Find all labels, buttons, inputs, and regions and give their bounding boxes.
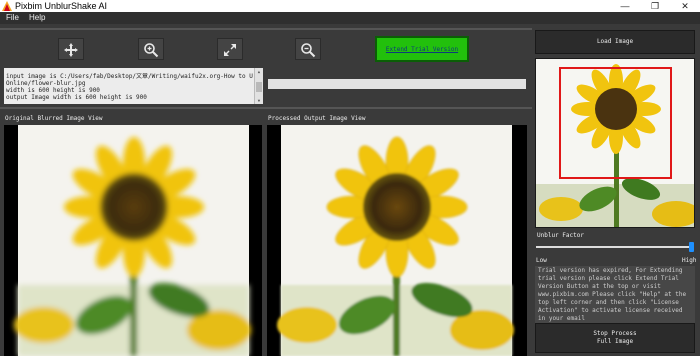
full-image-label: Full Image bbox=[596, 338, 634, 345]
unblur-factor-slider[interactable] bbox=[536, 246, 694, 248]
title-bar: Pixbim UnblurShake AI — ❐ ✕ bbox=[0, 0, 700, 12]
slider-high-label: High bbox=[682, 257, 697, 264]
extend-trial-button[interactable]: Extend Trial Version bbox=[375, 36, 469, 62]
toolbar-divider-top bbox=[0, 28, 532, 30]
window-title: Pixbim UnblurShake AI bbox=[15, 1, 108, 11]
scroll-up-icon[interactable]: ▲ bbox=[256, 69, 262, 74]
stop-process-button[interactable]: Stop Process Full Image bbox=[535, 323, 695, 353]
original-view-label: Original Blurred Image View bbox=[5, 115, 103, 122]
original-sunflower-image bbox=[14, 125, 251, 356]
fit-to-screen-button[interactable] bbox=[217, 38, 243, 60]
processed-view-label: Processed Output Image View bbox=[268, 115, 366, 122]
progress-bar bbox=[268, 79, 526, 89]
zoom-in-icon bbox=[144, 43, 159, 58]
log-output: input image is C:/Users/fab/Desktop/文章/W… bbox=[4, 68, 263, 104]
log-line: output Image width is 600 height is 900 bbox=[6, 94, 147, 101]
trial-message: Trial version has expired, For Extending… bbox=[535, 266, 695, 323]
slider-handle[interactable] bbox=[689, 242, 694, 252]
log-line: Online/flower-blur.jpg bbox=[6, 80, 86, 87]
log-line: width is 600 height is 900 bbox=[6, 87, 100, 94]
menu-help[interactable]: Help bbox=[29, 12, 45, 24]
move-button[interactable] bbox=[58, 38, 84, 60]
toolbar-divider-bottom bbox=[0, 107, 532, 109]
zoom-in-button[interactable] bbox=[138, 38, 164, 60]
stop-process-label: Stop Process bbox=[593, 330, 637, 337]
menu-file[interactable]: File bbox=[6, 12, 19, 24]
processed-image-view[interactable] bbox=[267, 125, 527, 356]
scroll-down-icon[interactable]: ▼ bbox=[256, 98, 262, 103]
scrollbar-thumb[interactable] bbox=[256, 82, 262, 92]
app-logo-icon bbox=[2, 1, 12, 11]
minimize-button[interactable]: — bbox=[610, 0, 640, 12]
close-button[interactable]: ✕ bbox=[670, 0, 700, 12]
original-image-view[interactable] bbox=[4, 125, 262, 356]
maximize-button[interactable]: ❐ bbox=[640, 0, 670, 12]
unblur-factor-label: Unblur Factor bbox=[537, 232, 584, 239]
menu-bar: File Help bbox=[0, 12, 700, 24]
fit-to-screen-icon bbox=[224, 44, 236, 56]
log-line: input image is C:/Users/fab/Desktop/文章/W… bbox=[6, 73, 253, 80]
log-scrollbar[interactable]: ▲ ▼ bbox=[254, 68, 263, 104]
selection-rectangle[interactable] bbox=[559, 67, 672, 179]
processed-sunflower-image bbox=[277, 125, 514, 356]
zoom-out-button[interactable] bbox=[295, 38, 321, 60]
load-image-button[interactable]: Load Image bbox=[535, 30, 695, 54]
move-icon bbox=[64, 43, 78, 57]
zoom-out-icon bbox=[301, 43, 316, 58]
slider-low-label: Low bbox=[536, 257, 547, 264]
